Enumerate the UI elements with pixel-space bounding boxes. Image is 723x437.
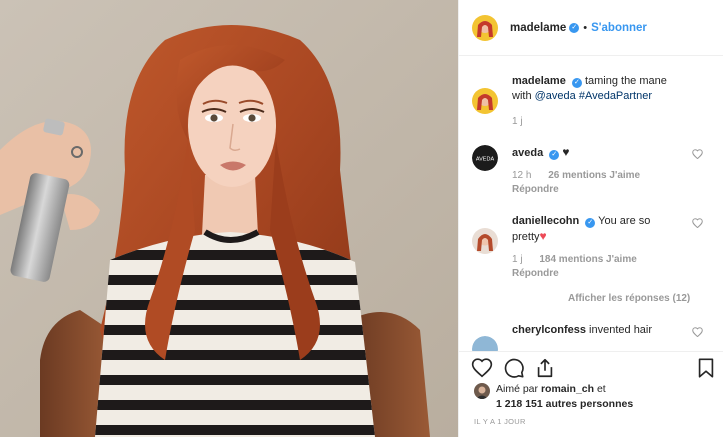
post-side-panel: madelame ✓ • S'abonner madelame ✓ taming… <box>458 0 723 437</box>
like-comment-heart-icon[interactable] <box>692 149 703 159</box>
red-heart-icon: ♥ <box>539 229 547 243</box>
likes-summary: Aimé par romain_ch et 1 218 151 autres p… <box>474 382 633 412</box>
liked-by-conj: et <box>596 383 606 395</box>
post-photo[interactable] <box>0 0 458 437</box>
caption-username[interactable]: madelame <box>512 75 566 87</box>
comment-time[interactable]: 1 j <box>512 254 523 265</box>
like-comment-heart-icon[interactable] <box>692 327 703 337</box>
author-username[interactable]: madelame <box>510 22 566 34</box>
comment-item: cherylconfess invented hair <box>472 323 717 351</box>
likes-count[interactable]: 1 218 151 autres personnes <box>496 398 633 410</box>
comment-text: invented hair <box>589 324 653 336</box>
liker-avatar[interactable] <box>474 383 490 399</box>
verified-badge-icon: ✓ <box>585 218 596 228</box>
reply-button[interactable]: Répondre <box>512 266 687 281</box>
comment-likes[interactable]: 26 mentions J'aime <box>548 170 640 181</box>
post-image <box>0 0 458 437</box>
comment-username[interactable]: daniellecohn <box>512 215 579 227</box>
caption-time[interactable]: 1 j <box>512 116 523 127</box>
comment-item: AVEDA aveda ✓ ♥ 12 h 26 mentions J'aime … <box>472 145 717 197</box>
aveda-logo-text: AVEDA <box>476 157 495 163</box>
comment-text: You are so <box>598 215 651 227</box>
post-timestamp[interactable]: IL Y A 1 JOUR <box>474 417 526 426</box>
bookmark-icon[interactable] <box>695 357 717 379</box>
liker-username[interactable]: romain_ch <box>541 383 594 395</box>
commenter-avatar[interactable] <box>472 228 498 254</box>
share-icon[interactable] <box>534 357 556 379</box>
post-actions: Aimé par romain_ch et 1 218 151 autres p… <box>459 351 723 437</box>
comment-icon[interactable] <box>503 357 525 379</box>
comment-time[interactable]: 12 h <box>512 170 531 181</box>
comments-list[interactable]: madelame ✓ taming the mane with @aveda #… <box>459 57 723 351</box>
commenter-avatar[interactable] <box>472 336 498 351</box>
header-separator: • <box>583 21 588 34</box>
verified-badge-icon: ✓ <box>569 22 580 33</box>
comment-username[interactable]: cherylconfess <box>512 324 586 336</box>
heart-icon[interactable] <box>471 357 493 379</box>
comment-text: pretty <box>512 231 540 243</box>
caption-mention[interactable]: @aveda <box>535 90 576 102</box>
like-comment-heart-icon[interactable] <box>692 218 703 228</box>
verified-badge-icon: ✓ <box>549 150 560 160</box>
comment-likes[interactable]: 184 mentions J'aime <box>539 254 636 265</box>
author-avatar[interactable] <box>472 14 498 41</box>
caption-hashtag[interactable]: #AvedaPartner <box>579 90 652 102</box>
caption-avatar[interactable] <box>472 88 498 114</box>
view-replies-button[interactable]: Afficher les réponses (12) <box>544 293 690 304</box>
liked-by-prefix: Aimé par <box>496 383 539 395</box>
comment-username[interactable]: aveda <box>512 147 543 159</box>
black-heart-icon: ♥ <box>562 145 570 159</box>
follow-button[interactable]: S'abonner <box>591 22 647 34</box>
verified-badge-icon: ✓ <box>571 78 582 88</box>
comment-item: daniellecohn ✓ You are so pretty♥ 1 j 18… <box>472 214 717 281</box>
post-header: madelame ✓ • S'abonner <box>459 0 723 56</box>
caption: madelame ✓ taming the mane with @aveda #… <box>472 74 717 128</box>
commenter-avatar[interactable]: AVEDA <box>472 145 498 171</box>
reply-button[interactable]: Répondre <box>512 182 687 197</box>
